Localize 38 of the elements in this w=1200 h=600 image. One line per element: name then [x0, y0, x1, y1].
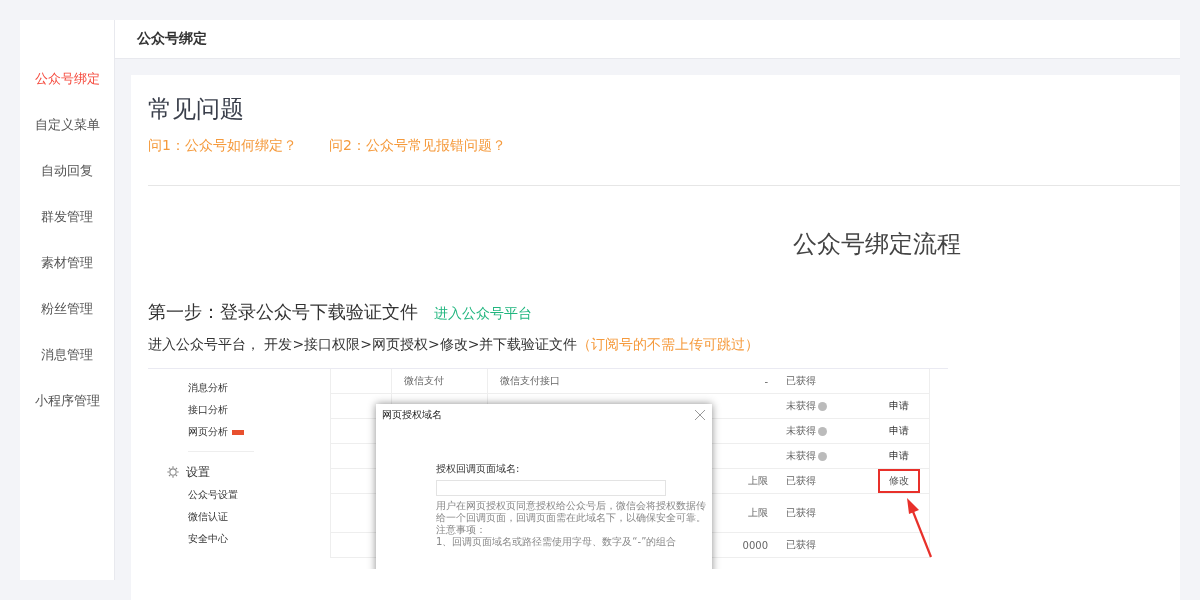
status-text: 已获得: [786, 506, 816, 520]
sidebar-item[interactable]: 自定义菜单: [34, 114, 100, 160]
step-heading: 第一步：登录公众号下载验证文件: [148, 300, 418, 324]
status-text: 已获得: [786, 538, 816, 552]
status-text: 未获得: [786, 449, 816, 463]
status-text: 已获得: [786, 474, 816, 488]
table-cell: 上限: [748, 506, 768, 520]
sidebar-item[interactable]: 消息管理: [41, 344, 93, 390]
status-text: 已获得: [786, 374, 816, 388]
sidebar-item[interactable]: 粉丝管理: [41, 298, 93, 344]
note-text: （订阅号的不需上传可跳过）: [577, 336, 760, 354]
page-title: 公众号绑定: [137, 30, 207, 48]
gear-icon: [166, 465, 180, 479]
note-item: 1、回调页面域名或路径需使用字母、数字及“-”的组合: [436, 536, 678, 548]
table-cell: 微信支付接口: [500, 374, 560, 388]
notes-heading: 注意事项：: [436, 524, 487, 536]
table-cell: -: [764, 375, 768, 387]
instruction-text: 进入公众号平台， 开发>接口权限>网页授权>修改>并下载验证文件: [148, 336, 578, 354]
table-cell: 微信支付: [404, 374, 444, 388]
dialog-title: 网页授权域名: [382, 408, 442, 422]
domain-input-field[interactable]: [436, 480, 666, 496]
help-text: 用户在网页授权页同意授权给公众号后，微信会将授权数据传给一个回调页面，回调页面需在此域名下，以确保安全可靠。: [436, 500, 706, 524]
status-text: 未获得: [786, 424, 816, 438]
sidebar-item[interactable]: 公众号绑定: [34, 68, 100, 114]
process-heading: 公众号绑定流程: [793, 229, 962, 260]
sidebar-item[interactable]: 小程序管理: [34, 390, 100, 436]
close-icon[interactable]: [694, 409, 706, 421]
status-text: 未获得: [786, 399, 816, 413]
field-label: 授权回调页面域名:: [436, 462, 521, 476]
table-action-link[interactable]: 修改: [877, 469, 920, 493]
table-cell: 0000: [742, 539, 768, 551]
table-cell: 上限: [748, 474, 768, 488]
sidebar-item[interactable]: 群发管理: [41, 206, 93, 252]
settings-heading: 设置: [186, 463, 210, 481]
faq-heading: 常见问题: [148, 94, 245, 125]
sidebar-item[interactable]: 素材管理: [41, 252, 93, 298]
sidebar-item[interactable]: 自动回复: [41, 160, 93, 206]
arrow-drawing: [904, 497, 934, 559]
